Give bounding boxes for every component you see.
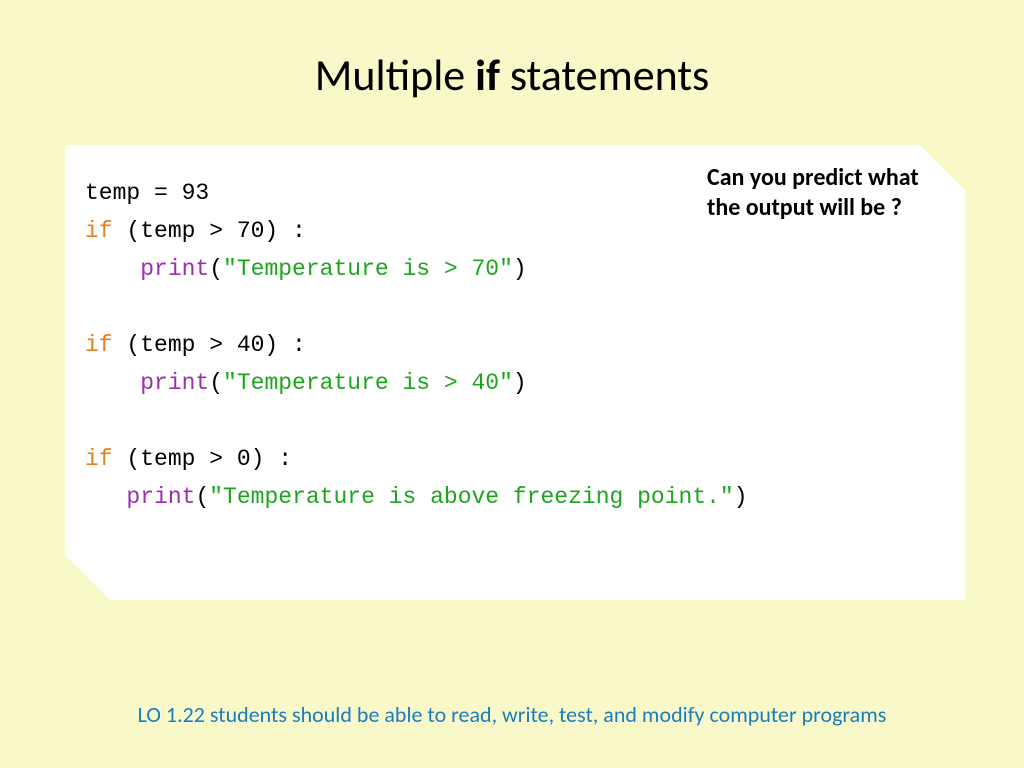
code-keyword-if-2: if: [85, 332, 113, 358]
code-fn-print-1: print: [140, 256, 209, 282]
question-text: Can you predict what the output will be …: [707, 163, 937, 223]
code-paren-close-2: ): [513, 370, 527, 396]
code-fn-print-2: print: [140, 370, 209, 396]
code-indent-3: [85, 484, 126, 510]
title-post: statements: [500, 48, 709, 102]
code-card: Can you predict what the output will be …: [65, 145, 965, 600]
code-paren-open-1: (: [209, 256, 223, 282]
code-string-1: "Temperature is > 70": [223, 256, 513, 282]
code-paren-open-2: (: [209, 370, 223, 396]
title-bold: if: [475, 48, 500, 102]
title-pre: Multiple: [315, 48, 475, 102]
code-fn-print-3: print: [126, 484, 195, 510]
code-paren-open-3: (: [195, 484, 209, 510]
code-cond-3: (temp > 0) :: [113, 446, 292, 472]
code-line-1: temp = 93: [85, 180, 209, 206]
learning-objective: LO 1.22 students should be able to read,…: [0, 701, 1024, 728]
code-indent-1: [85, 256, 140, 282]
code-cond-1: (temp > 70) :: [113, 218, 306, 244]
code-cond-2: (temp > 40) :: [113, 332, 306, 358]
code-string-3: "Temperature is above freezing point.": [209, 484, 734, 510]
code-indent-2: [85, 370, 140, 396]
code-paren-close-1: ): [513, 256, 527, 282]
code-string-2: "Temperature is > 40": [223, 370, 513, 396]
code-keyword-if-1: if: [85, 218, 113, 244]
code-paren-close-3: ): [734, 484, 748, 510]
code-keyword-if-3: if: [85, 446, 113, 472]
slide-title: Multiple if statements: [0, 0, 1024, 102]
